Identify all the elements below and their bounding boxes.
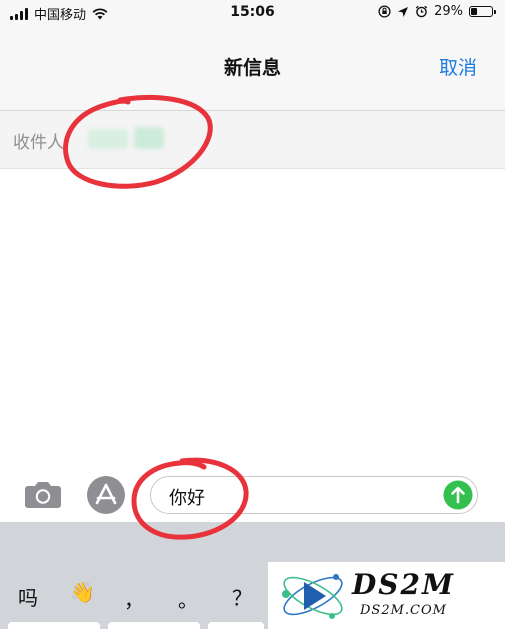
status-right: 29% — [378, 4, 496, 19]
battery-percent: 29% — [434, 4, 463, 19]
watermark: DS2M DS2M.COM — [268, 562, 505, 629]
suggestion-item[interactable]: 。 — [178, 584, 198, 613]
watermark-title: DS2M — [352, 568, 455, 601]
recipient-field[interactable]: 收件人 — [0, 111, 505, 169]
suggestion-item[interactable]: ， — [124, 584, 144, 613]
status-bar: 中国移动 15:06 29% — [0, 0, 505, 26]
composer-bar: 你好 — [0, 470, 505, 522]
message-text: 你好 — [169, 488, 205, 509]
keyboard-key[interactable] — [8, 622, 100, 629]
page-title: 新信息 — [223, 57, 281, 79]
message-input[interactable]: 你好 — [150, 476, 478, 514]
recipient-number-blurred — [134, 127, 164, 149]
suggestion-item[interactable]: ？ — [232, 582, 252, 611]
messages-screen: 中国移动 15:06 29% 新信息 取消 收件人 你好 吗 👋 ， 。 ？ D… — [0, 0, 505, 629]
send-arrow-icon[interactable] — [443, 480, 473, 510]
lock-rotation-icon — [378, 5, 391, 18]
recipient-label: 收件人 — [13, 133, 64, 153]
camera-icon[interactable] — [22, 477, 64, 511]
watermark-url: DS2M.COM — [360, 603, 447, 618]
battery-icon — [469, 6, 496, 17]
keyboard-key[interactable] — [108, 622, 200, 629]
keyboard-key[interactable] — [208, 622, 264, 629]
cancel-button[interactable]: 取消 — [439, 53, 477, 80]
suggestion-item[interactable]: 吗 — [18, 582, 38, 611]
keyboard-top-strip — [0, 522, 505, 562]
watermark-logo-icon — [282, 574, 343, 619]
alarm-icon — [415, 5, 428, 18]
suggestion-item[interactable]: 👋 — [70, 580, 95, 604]
location-icon — [398, 6, 409, 17]
recipient-name-blurred — [88, 129, 128, 149]
nav-header: 新信息 取消 — [0, 26, 505, 111]
app-store-icon[interactable] — [86, 475, 126, 515]
